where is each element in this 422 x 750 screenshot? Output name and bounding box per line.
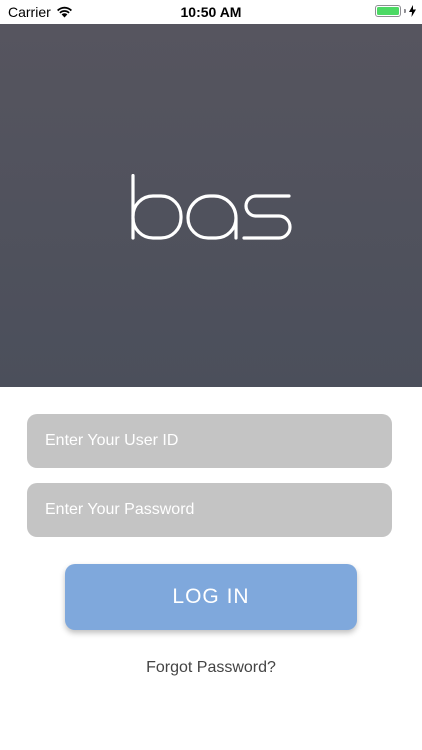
user-id-input[interactable] xyxy=(27,414,392,468)
bas-logo xyxy=(131,174,292,240)
battery-level-fill xyxy=(377,7,399,15)
battery-indicator xyxy=(375,5,416,17)
status-time: 10:50 AM xyxy=(180,4,242,20)
login-button[interactable]: LOG IN xyxy=(65,564,357,630)
status-bar: Carrier 10:50 AM xyxy=(0,0,422,24)
battery-tip xyxy=(404,9,406,13)
password-input[interactable] xyxy=(27,483,392,537)
hero-banner xyxy=(0,24,422,387)
forgot-password-link[interactable]: Forgot Password? xyxy=(0,659,422,677)
login-screen: Carrier 10:50 AM Enter Your User ID LOG … xyxy=(0,0,422,750)
lightning-bolt-icon xyxy=(409,5,416,17)
battery-icon xyxy=(375,5,401,17)
